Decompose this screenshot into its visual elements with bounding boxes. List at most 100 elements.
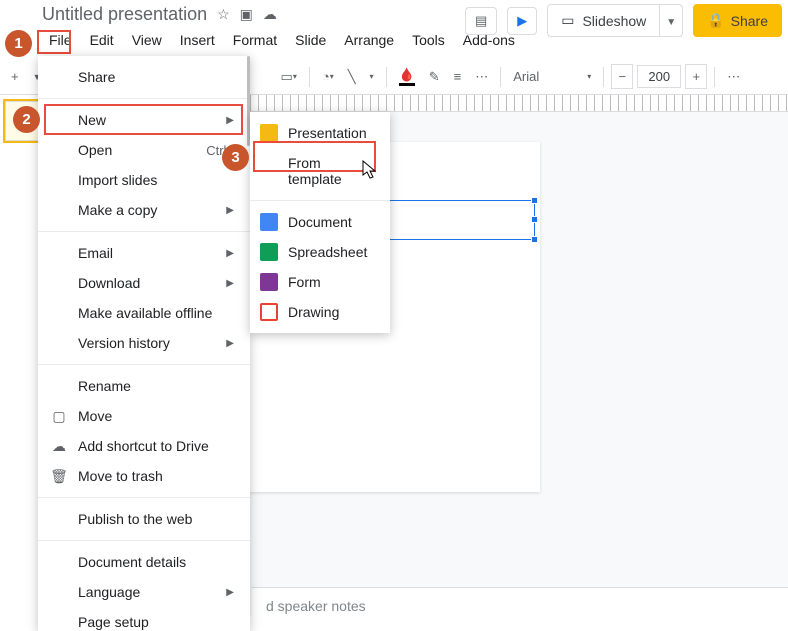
drawing-icon bbox=[260, 303, 278, 321]
label: Open bbox=[78, 142, 112, 158]
comments-button[interactable]: ▤ bbox=[465, 7, 497, 35]
label: Share bbox=[78, 69, 115, 85]
submenu-presentation[interactable]: Presentation bbox=[250, 118, 390, 148]
label: Language bbox=[78, 584, 140, 600]
submenu-arrow-icon: ▶ bbox=[226, 587, 234, 598]
submenu-document[interactable]: Document bbox=[250, 207, 390, 237]
resize-handle[interactable] bbox=[531, 197, 538, 204]
menu-item-version-history[interactable]: Version history▶ bbox=[38, 328, 250, 358]
annotation-step-3: 3 bbox=[222, 144, 249, 171]
form-icon bbox=[260, 273, 278, 291]
label: Document details bbox=[78, 554, 186, 570]
menu-item-publish[interactable]: Publish to the web bbox=[38, 504, 250, 534]
slideshow-dropdown[interactable]: ▼ bbox=[660, 4, 683, 37]
document-icon bbox=[260, 213, 278, 231]
menu-item-trash[interactable]: 🗑 Move to trash bbox=[38, 461, 250, 491]
submenu-drawing[interactable]: Drawing bbox=[250, 297, 390, 327]
fill-color-button[interactable]: 🩸 bbox=[394, 63, 420, 90]
shape-button[interactable]: ◔▾ bbox=[317, 65, 339, 88]
speaker-notes[interactable]: d speaker notes bbox=[252, 587, 788, 631]
submenu-arrow-icon: ▶ bbox=[226, 248, 234, 259]
menu-item-open[interactable]: OpenCtrl+ bbox=[38, 135, 250, 165]
label: Spreadsheet bbox=[288, 244, 367, 260]
file-menu-dropdown: Share New▶ OpenCtrl+ Import slides Make … bbox=[38, 56, 250, 631]
menu-item-offline[interactable]: Make available offline bbox=[38, 298, 250, 328]
star-icon[interactable]: ☆ bbox=[217, 6, 230, 23]
trash-icon: 🗑 bbox=[50, 467, 68, 485]
menu-edit[interactable]: Edit bbox=[83, 28, 121, 52]
cloud-status-icon: ☁ bbox=[263, 6, 277, 23]
menu-item-move[interactable]: ▢Move bbox=[38, 401, 250, 431]
menu-item-share[interactable]: Share bbox=[38, 62, 250, 92]
border-weight-button[interactable]: ≡ bbox=[449, 65, 467, 88]
drive-shortcut-icon: ☁ bbox=[50, 437, 68, 455]
submenu-arrow-icon: ▶ bbox=[226, 278, 234, 289]
spreadsheet-icon bbox=[260, 243, 278, 261]
menu-item-language[interactable]: Language ▶ bbox=[38, 577, 250, 607]
background-button[interactable]: ▭▾ bbox=[276, 65, 302, 89]
menu-item-import-slides[interactable]: Import slides bbox=[38, 165, 250, 195]
font-select[interactable]: Arial bbox=[508, 65, 578, 88]
more-button[interactable]: ⋯ bbox=[722, 65, 745, 89]
label: Presentation bbox=[288, 125, 367, 141]
menu-item-document-details[interactable]: Document details bbox=[38, 547, 250, 577]
label: Make available offline bbox=[78, 305, 212, 321]
label: Version history bbox=[78, 335, 170, 351]
border-dash-button[interactable]: ⋯ bbox=[470, 65, 493, 89]
label: Make a copy bbox=[78, 202, 157, 218]
line-dropdown[interactable]: ▾ bbox=[365, 68, 379, 85]
resize-handle[interactable] bbox=[531, 216, 538, 223]
submenu-arrow-icon: ▶ bbox=[226, 205, 234, 216]
label: Document bbox=[288, 214, 352, 230]
menu-item-add-shortcut[interactable]: ☁ Add shortcut to Drive bbox=[38, 431, 250, 461]
border-color-button[interactable]: ✎ bbox=[424, 65, 445, 89]
label: Drawing bbox=[288, 304, 339, 320]
slideshow-icon: ▭ bbox=[561, 12, 574, 29]
zoom-increase-button[interactable]: + bbox=[685, 64, 707, 89]
submenu-spreadsheet[interactable]: Spreadsheet bbox=[250, 237, 390, 267]
label: Email bbox=[78, 245, 113, 261]
new-submenu: Presentation From template Document Spre… bbox=[250, 112, 390, 333]
chevron-down-icon: ▼ bbox=[666, 17, 676, 28]
share-label: Share bbox=[731, 13, 768, 29]
new-slide-button[interactable]: + bbox=[6, 65, 24, 88]
label: Form bbox=[288, 274, 321, 290]
menu-item-page-setup[interactable]: Page setup bbox=[38, 607, 250, 631]
menu-insert[interactable]: Insert bbox=[173, 28, 222, 52]
label: From template bbox=[288, 155, 342, 187]
menu-arrange[interactable]: Arrange bbox=[337, 28, 401, 52]
comment-icon: ▤ bbox=[475, 13, 487, 29]
line-button[interactable]: ╲ bbox=[343, 65, 361, 89]
label: Move to trash bbox=[78, 468, 163, 484]
present-icon: ▶ bbox=[517, 13, 527, 29]
menu-file[interactable]: File bbox=[42, 28, 79, 52]
submenu-form[interactable]: Form bbox=[250, 267, 390, 297]
label: Import slides bbox=[78, 172, 157, 188]
menu-item-make-copy[interactable]: Make a copy ▶ bbox=[38, 195, 250, 225]
menu-item-email[interactable]: Email ▶ bbox=[38, 238, 250, 268]
menu-item-new[interactable]: New▶ bbox=[38, 105, 250, 135]
mouse-cursor-icon bbox=[362, 160, 378, 180]
menu-item-rename[interactable]: Rename bbox=[38, 371, 250, 401]
font-dropdown[interactable]: ▾ bbox=[582, 68, 596, 85]
slideshow-label: Slideshow bbox=[582, 13, 646, 29]
share-button[interactable]: 🔒 Share bbox=[693, 4, 782, 37]
document-title[interactable]: Untitled presentation bbox=[42, 4, 207, 25]
menu-item-download[interactable]: Download ▶ bbox=[38, 268, 250, 298]
zoom-value[interactable]: 200 bbox=[637, 65, 681, 88]
present-button[interactable]: ▶ bbox=[507, 7, 537, 35]
label: Rename bbox=[78, 378, 131, 394]
zoom-decrease-button[interactable]: − bbox=[611, 64, 633, 89]
label: Add shortcut to Drive bbox=[78, 438, 209, 454]
resize-handle[interactable] bbox=[531, 236, 538, 243]
move-folder-icon[interactable]: ▣ bbox=[240, 6, 253, 23]
menu-slide[interactable]: Slide bbox=[288, 28, 333, 52]
presentation-icon bbox=[260, 124, 278, 142]
menu-tools[interactable]: Tools bbox=[405, 28, 452, 52]
menu-view[interactable]: View bbox=[125, 28, 169, 52]
annotation-step-1: 1 bbox=[5, 30, 32, 57]
slideshow-button[interactable]: ▭ Slideshow bbox=[547, 4, 660, 37]
label: Page setup bbox=[78, 614, 149, 630]
menu-format[interactable]: Format bbox=[226, 28, 284, 52]
label: Download bbox=[78, 275, 140, 291]
